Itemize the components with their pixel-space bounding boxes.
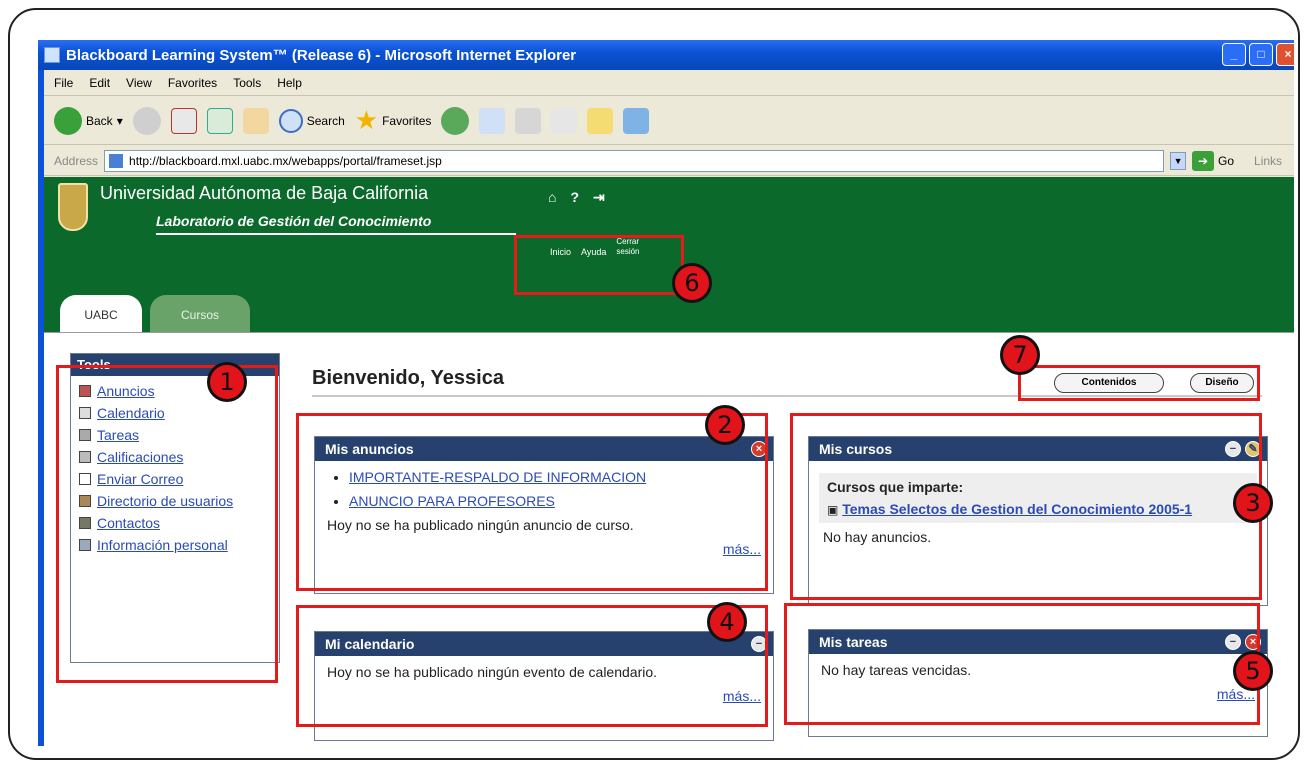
back-button[interactable]: Back ▾ [54,106,123,135]
highlight-tareas [784,603,1260,725]
badge-1: 1 [207,362,247,402]
lab-name: Laboratorio de Gestión del Conocimiento [156,213,432,229]
menu-edit[interactable]: Edit [89,76,110,90]
home-nav-icon[interactable]: ⌂ [548,189,556,206]
stop-icon[interactable] [170,107,197,134]
page-icon [109,153,124,168]
university-name: Universidad Autónoma de Baja California [100,183,429,203]
menu-view[interactable]: View [126,76,152,90]
lab-underline [156,233,516,235]
slide-frame: Blackboard Learning System™ (Release 6) … [8,8,1300,760]
badge-4: 4 [707,602,747,642]
search-button[interactable]: Search [278,108,345,133]
badge-6: 6 [672,263,712,303]
minimize-button[interactable]: _ [1222,43,1246,66]
tab-uabc[interactable]: UABC [60,295,142,335]
go-label: Go [1218,153,1235,168]
address-dropdown-icon[interactable]: ▼ [1170,151,1187,170]
toolbar: Back ▾ Search ★ Favorites [44,97,1294,145]
star-icon: ★ [354,105,379,135]
university-crest-logo [58,183,88,231]
history-icon[interactable] [441,106,470,135]
go-button[interactable]: ➔ Go [1192,150,1235,171]
forward-icon[interactable] [132,106,161,135]
back-label: Back [86,113,113,128]
menu-bar: File Edit View Favorites Tools Help [44,70,1294,96]
menu-file[interactable]: File [54,76,73,90]
refresh-icon[interactable] [206,107,233,134]
logout-icon[interactable]: ⇥ [593,189,605,206]
window-title: Blackboard Learning System™ (Release 6) … [66,46,577,64]
dropdown-arrow-icon[interactable]: ▾ [117,114,123,128]
links-label[interactable]: Links [1254,154,1282,168]
menu-tools[interactable]: Tools [233,76,261,90]
favorites-label: Favorites [382,113,432,128]
home-icon[interactable] [242,107,269,134]
address-bar: Address http://blackboard.mxl.uabc.mx/we… [44,146,1294,176]
go-arrow-icon: ➔ [1192,150,1215,171]
maximize-button[interactable]: □ [1249,43,1273,66]
highlight-calendario [296,605,768,727]
title-bar: Blackboard Learning System™ (Release 6) … [38,40,1294,70]
search-label: Search [306,113,345,128]
address-input[interactable]: http://blackboard.mxl.uabc.mx/webapps/po… [104,149,1165,172]
edit-icon[interactable] [551,107,578,134]
ie-icon [44,47,60,63]
help-icon[interactable]: ? [570,189,579,206]
close-button[interactable]: × [1276,43,1294,66]
search-icon [278,108,303,133]
menu-favorites[interactable]: Favorites [168,76,217,90]
highlight-anuncios [296,413,768,591]
address-label: Address [54,153,99,168]
highlight-buttons [1018,365,1260,401]
highlight-nav [514,235,684,295]
mail-icon[interactable] [479,107,506,134]
nav-icons: ⌂ ? ⇥ [548,189,605,206]
menu-help[interactable]: Help [277,76,302,90]
messenger-icon[interactable] [623,107,650,134]
discuss-icon[interactable] [587,107,614,134]
back-arrow-icon [54,106,82,135]
favorites-button[interactable]: ★ Favorites [355,105,432,136]
welcome-heading: Bienvenido, Yessica [312,367,504,389]
badge-2: 2 [705,405,745,445]
address-url: http://blackboard.mxl.uabc.mx/webapps/po… [129,153,442,168]
badge-5: 5 [1233,651,1273,691]
badge-7: 7 [1000,335,1040,375]
tab-cursos[interactable]: Cursos [150,295,250,335]
highlight-cursos [790,413,1262,600]
badge-3: 3 [1233,483,1273,523]
highlight-tools [56,365,278,683]
print-icon[interactable] [515,107,542,134]
